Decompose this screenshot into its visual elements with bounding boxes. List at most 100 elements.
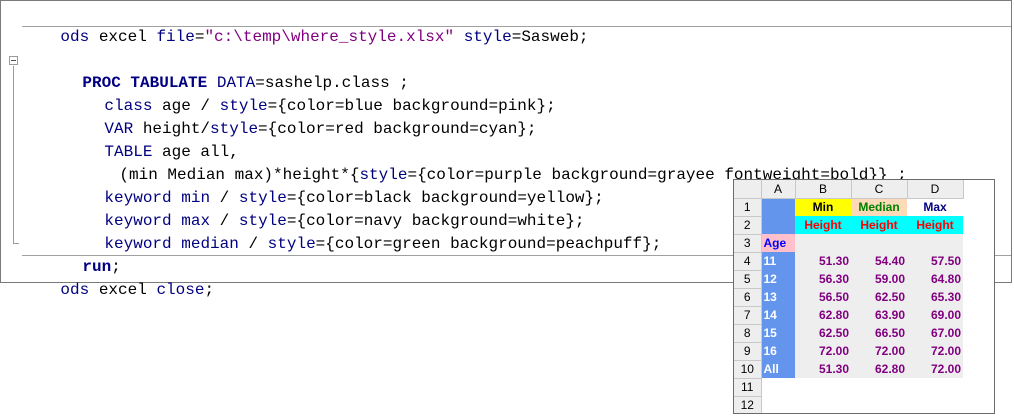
- cell[interactable]: [851, 378, 907, 396]
- row-header[interactable]: 1: [734, 198, 762, 217]
- value-cell[interactable]: 69.00: [907, 306, 963, 324]
- code-token: "c:\temp\where_style.xlsx": [204, 28, 455, 46]
- code-line-8[interactable]: keyword min / style={color=black backgro…: [66, 164, 603, 207]
- code-token: ={color=red background=cyan};: [258, 120, 537, 138]
- row-label[interactable]: All: [761, 360, 795, 378]
- value-cell[interactable]: 72.00: [851, 342, 907, 360]
- row-label[interactable]: 15: [761, 324, 795, 342]
- code-line-3[interactable]: PROC TABULATE DATA=sashelp.class ;: [44, 49, 408, 92]
- value-cell[interactable]: 62.80: [795, 306, 851, 324]
- code-token: excel: [89, 281, 157, 299]
- value-cell[interactable]: 62.50: [851, 288, 907, 306]
- row-header[interactable]: 5: [734, 270, 762, 289]
- code-token: median: [181, 235, 239, 253]
- code-token: ods: [60, 281, 90, 299]
- code-line-9[interactable]: keyword max / style={color=navy backgrou…: [66, 187, 584, 230]
- column-header-b[interactable]: B: [795, 180, 852, 199]
- class-header-age[interactable]: Age: [761, 234, 795, 252]
- row-header[interactable]: 3: [734, 234, 762, 253]
- code-token: style: [267, 235, 316, 253]
- value-cell[interactable]: 65.30: [907, 288, 963, 306]
- column-header-d[interactable]: D: [907, 180, 964, 199]
- cell[interactable]: [851, 234, 907, 252]
- value-cell[interactable]: 72.00: [907, 360, 963, 378]
- value-cell[interactable]: 54.40: [851, 252, 907, 270]
- row-header[interactable]: 9: [734, 342, 762, 361]
- value-cell[interactable]: 63.90: [851, 306, 907, 324]
- cell[interactable]: [761, 378, 795, 396]
- cell[interactable]: [795, 234, 851, 252]
- fold-guide-end: [13, 243, 19, 244]
- code-token: file: [156, 28, 195, 46]
- var-header-height[interactable]: Height: [851, 216, 907, 234]
- code-line-1[interactable]: ods excel file="c:\temp\where_style.xlsx…: [22, 3, 588, 46]
- fold-guide: [13, 66, 14, 243]
- code-token: ;: [204, 281, 215, 299]
- cell[interactable]: [907, 234, 963, 252]
- code-line-11[interactable]: run;: [44, 233, 120, 276]
- stat-header-max[interactable]: Max: [907, 198, 963, 216]
- code-token: ods: [60, 28, 90, 46]
- row-header[interactable]: 2: [734, 216, 762, 235]
- value-cell[interactable]: 64.80: [907, 270, 963, 288]
- value-cell[interactable]: 51.30: [795, 360, 851, 378]
- code-line-7[interactable]: (min Median max)*height*{style={color=pu…: [81, 141, 906, 184]
- column-header-a[interactable]: A: [761, 180, 796, 199]
- cell[interactable]: [761, 198, 795, 216]
- value-cell[interactable]: 62.50: [795, 324, 851, 342]
- value-cell[interactable]: 66.50: [851, 324, 907, 342]
- code-line-12[interactable]: ods excel close;: [22, 256, 214, 299]
- row-header[interactable]: 11: [734, 378, 762, 397]
- code-token: excel: [89, 28, 157, 46]
- row-header[interactable]: 6: [734, 288, 762, 307]
- value-cell[interactable]: 72.00: [795, 342, 851, 360]
- excel-output-sheet: A B C D 1 Min Median Max 2 Height Height…: [733, 179, 995, 414]
- cell[interactable]: [795, 378, 851, 396]
- code-token: =: [194, 28, 205, 46]
- stat-header-median[interactable]: Median: [851, 198, 907, 216]
- code-token: style: [463, 28, 512, 46]
- row-label[interactable]: 16: [761, 342, 795, 360]
- row-header[interactable]: 10: [734, 360, 762, 379]
- row-label[interactable]: 14: [761, 306, 795, 324]
- code-token: /: [238, 235, 268, 253]
- code-token: close: [156, 281, 205, 299]
- stat-header-min[interactable]: Min: [795, 198, 851, 216]
- cell[interactable]: [761, 216, 795, 234]
- value-cell[interactable]: 67.00: [907, 324, 963, 342]
- value-cell[interactable]: 56.50: [795, 288, 851, 306]
- row-label[interactable]: 13: [761, 288, 795, 306]
- cell[interactable]: [851, 396, 907, 413]
- step-separator: [22, 26, 1011, 27]
- value-cell[interactable]: 57.50: [907, 252, 963, 270]
- row-header[interactable]: 12: [734, 396, 762, 413]
- var-header-height[interactable]: Height: [907, 216, 963, 234]
- cell[interactable]: [907, 378, 963, 396]
- collapse-icon[interactable]: [9, 56, 18, 65]
- row-header[interactable]: 4: [734, 252, 762, 271]
- code-line-10[interactable]: keyword median / style={color=green back…: [66, 210, 661, 253]
- value-cell[interactable]: 72.00: [907, 342, 963, 360]
- code-line-4[interactable]: class age / style={color=blue background…: [66, 72, 555, 115]
- value-cell[interactable]: 62.80: [851, 360, 907, 378]
- column-header-c[interactable]: C: [851, 180, 908, 199]
- row-label[interactable]: 11: [761, 252, 795, 270]
- row-header[interactable]: 8: [734, 324, 762, 343]
- value-cell[interactable]: 51.30: [795, 252, 851, 270]
- code-token: =Sasweb;: [511, 28, 589, 46]
- var-header-height[interactable]: Height: [795, 216, 851, 234]
- code-token: ={color=green background=peachpuff};: [315, 235, 662, 253]
- code-line-5[interactable]: VAR height/style={color=red background=c…: [66, 95, 536, 138]
- code-line-6[interactable]: TABLE age all,: [66, 118, 238, 161]
- value-cell[interactable]: 59.00: [851, 270, 907, 288]
- row-label[interactable]: 12: [761, 270, 795, 288]
- spreadsheet-grid: A B C D 1 Min Median Max 2 Height Height…: [734, 180, 964, 413]
- select-all-corner[interactable]: [734, 180, 762, 199]
- row-header[interactable]: 7: [734, 306, 762, 325]
- cell[interactable]: [761, 396, 795, 413]
- cell[interactable]: [795, 396, 851, 413]
- cell[interactable]: [907, 396, 963, 413]
- value-cell[interactable]: 56.30: [795, 270, 851, 288]
